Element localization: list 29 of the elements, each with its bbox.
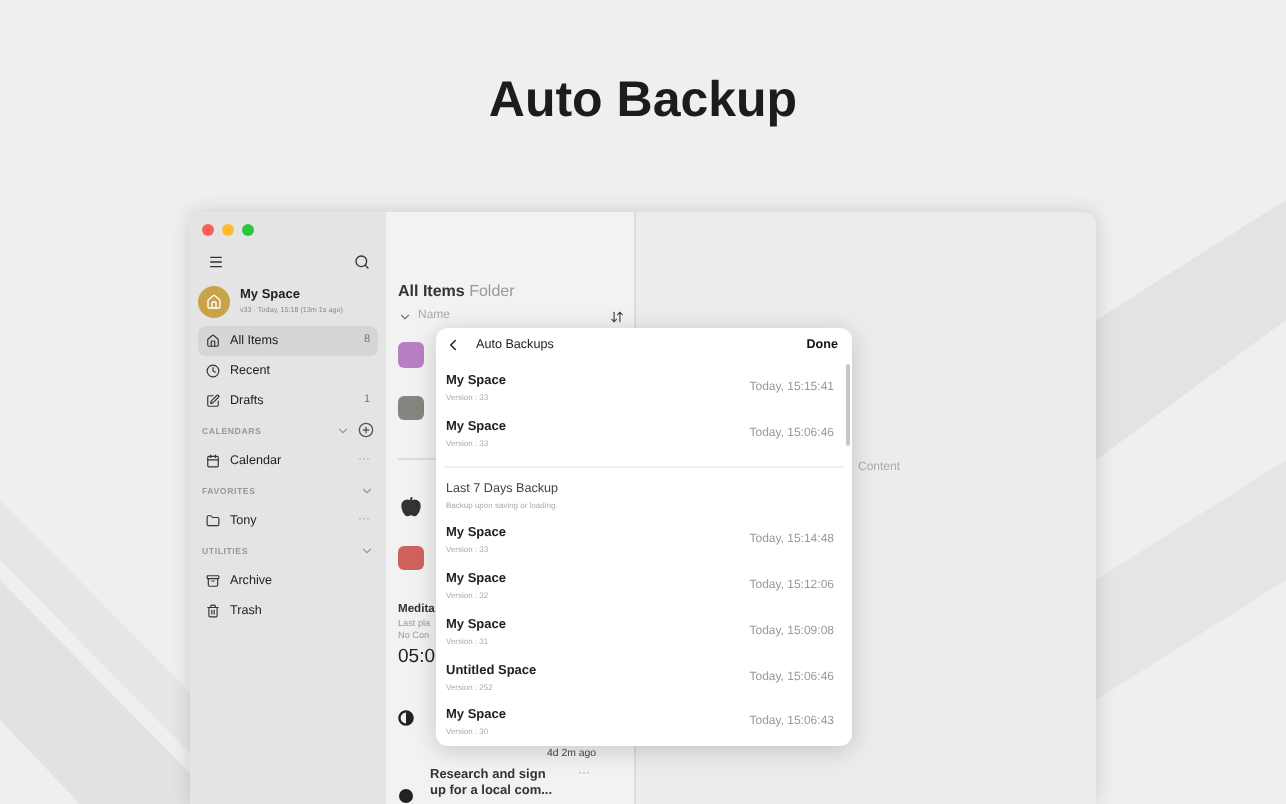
space-avatar (198, 285, 230, 318)
item-thumbnail[interactable] (398, 395, 424, 421)
dot-icon (398, 787, 414, 804)
menu-icon[interactable] (208, 253, 224, 270)
search-icon[interactable] (354, 253, 370, 270)
calendar-icon (206, 453, 220, 468)
zoom-button[interactable] (242, 223, 254, 236)
list-title: All Items Folder (398, 281, 517, 300)
chevron-icon[interactable] (336, 423, 350, 438)
timer-text: 05:0 (398, 645, 435, 668)
clock-icon (206, 363, 220, 378)
folder-icon (206, 513, 220, 528)
close-button[interactable] (202, 223, 214, 236)
back-icon[interactable] (444, 335, 462, 354)
sort-icon[interactable] (610, 309, 624, 324)
apple-icon (400, 495, 422, 517)
item-thumbnail[interactable] (398, 342, 424, 368)
archive-icon (206, 573, 220, 588)
item-thumbnail[interactable] (398, 545, 424, 570)
add-icon[interactable] (358, 422, 374, 439)
chevron-icon[interactable] (398, 309, 412, 324)
scrollbar[interactable] (846, 363, 850, 446)
home-icon (206, 333, 220, 348)
chevron-icon[interactable] (360, 483, 374, 498)
trash-icon (206, 603, 220, 618)
headline: Auto Backup (486, 70, 800, 133)
edit-icon (206, 393, 220, 408)
chevron-icon[interactable] (360, 543, 374, 558)
half-circle-icon (398, 709, 414, 726)
